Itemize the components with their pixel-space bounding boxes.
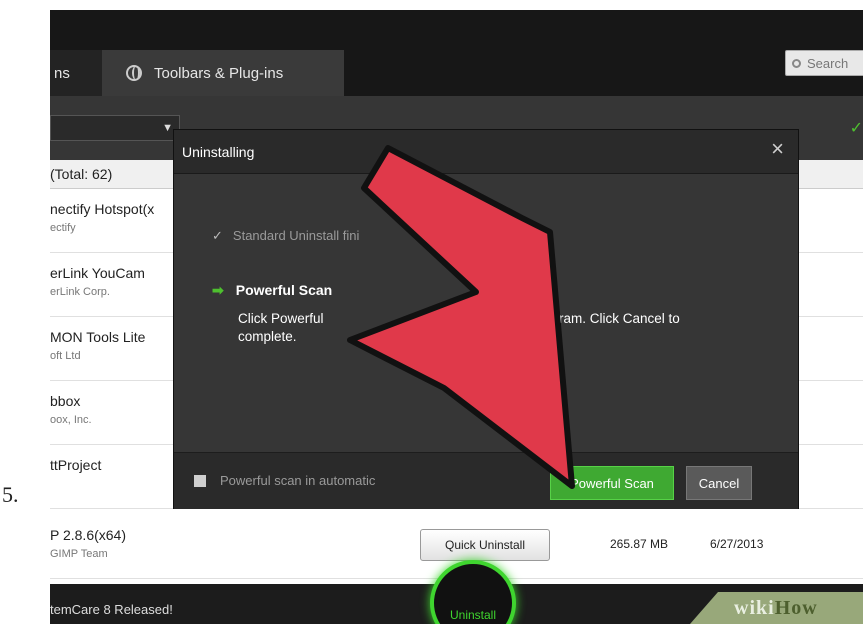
close-icon[interactable]: × <box>771 138 784 160</box>
step-powerful-scan: ➡ Powerful Scan <box>212 282 332 299</box>
program-publisher: GIMP Team <box>50 548 108 560</box>
search-icon <box>792 58 801 68</box>
step-standard-uninstall: ✓ Standard Uninstall fini <box>212 228 359 244</box>
uninstall-dialog: Uninstalling × ✓ Standard Uninstall fini … <box>174 130 798 509</box>
watermark-how: How <box>774 596 818 619</box>
news-link[interactable]: temCare 8 Released! <box>50 602 173 617</box>
bottom-bar: temCare 8 Released! Uninstall wiki How <box>50 560 863 624</box>
uninstall-big-button-label: Uninstall <box>449 608 497 622</box>
dialog-title: Uninstalling <box>174 130 798 174</box>
wikihow-watermark: wiki How <box>690 592 863 624</box>
powerful-scan-button[interactable]: Powerful Scan <box>550 466 674 500</box>
arrow-right-icon: ➡ <box>212 282 224 298</box>
watermark-wiki: wiki <box>734 596 775 619</box>
filter-dropdown[interactable]: ▼ <box>50 115 180 141</box>
automatic-scan-checkbox[interactable] <box>194 475 206 487</box>
program-name: bbox <box>50 393 81 409</box>
program-publisher: oft Ltd <box>50 350 81 362</box>
program-date: 6/27/2013 <box>710 537 764 551</box>
desc-line1-left: Click Powerful <box>238 311 324 326</box>
check-icon: ✓ <box>849 120 863 137</box>
cancel-button[interactable]: Cancel <box>686 466 752 500</box>
search-placeholder: Search <box>807 55 849 71</box>
search-input[interactable]: Search <box>785 50 863 76</box>
program-name: ttProject <box>50 457 102 473</box>
step2-label: Powerful Scan <box>235 282 333 298</box>
tab-programs[interactable]: ns <box>50 50 102 96</box>
step-number: 5. <box>2 482 19 507</box>
globe-icon <box>126 65 142 81</box>
program-name: nectify Hotspot(x <box>50 201 155 217</box>
program-name: erLink YouCam <box>50 265 145 281</box>
desc-line2: complete. <box>238 329 297 344</box>
check-icon: ✓ <box>212 228 223 243</box>
program-publisher: oox, Inc. <box>50 414 92 426</box>
desc-line1-right: program. Click Cancel to <box>532 311 680 326</box>
automatic-scan-label: Powerful scan in automatic <box>220 473 376 488</box>
step-description: Click Powerful program. Click Cancel to … <box>238 310 758 344</box>
program-publisher: ectify <box>50 222 76 234</box>
program-size: 265.87 MB <box>610 537 669 551</box>
tab-toolbars-label: Toolbars & Plug-ins <box>154 64 284 82</box>
program-name: P 2.8.6(x64) <box>50 527 127 543</box>
chevron-down-icon: ▼ <box>162 122 173 134</box>
tab-toolbars-plugins[interactable]: Toolbars & Plug-ins <box>102 50 344 96</box>
dialog-footer: Powerful scan in automatic Powerful Scan… <box>174 452 798 509</box>
program-publisher: erLink Corp. <box>50 286 110 298</box>
app-window: ns Toolbars & Plug-ins Search ▼ ✓ (Total… <box>50 10 863 624</box>
program-name: MON Tools Lite <box>50 329 146 345</box>
quick-uninstall-button[interactable]: Quick Uninstall <box>420 529 550 561</box>
top-bar: ns Toolbars & Plug-ins Search <box>50 10 863 96</box>
step1-label: Standard Uninstall fini <box>232 228 360 243</box>
